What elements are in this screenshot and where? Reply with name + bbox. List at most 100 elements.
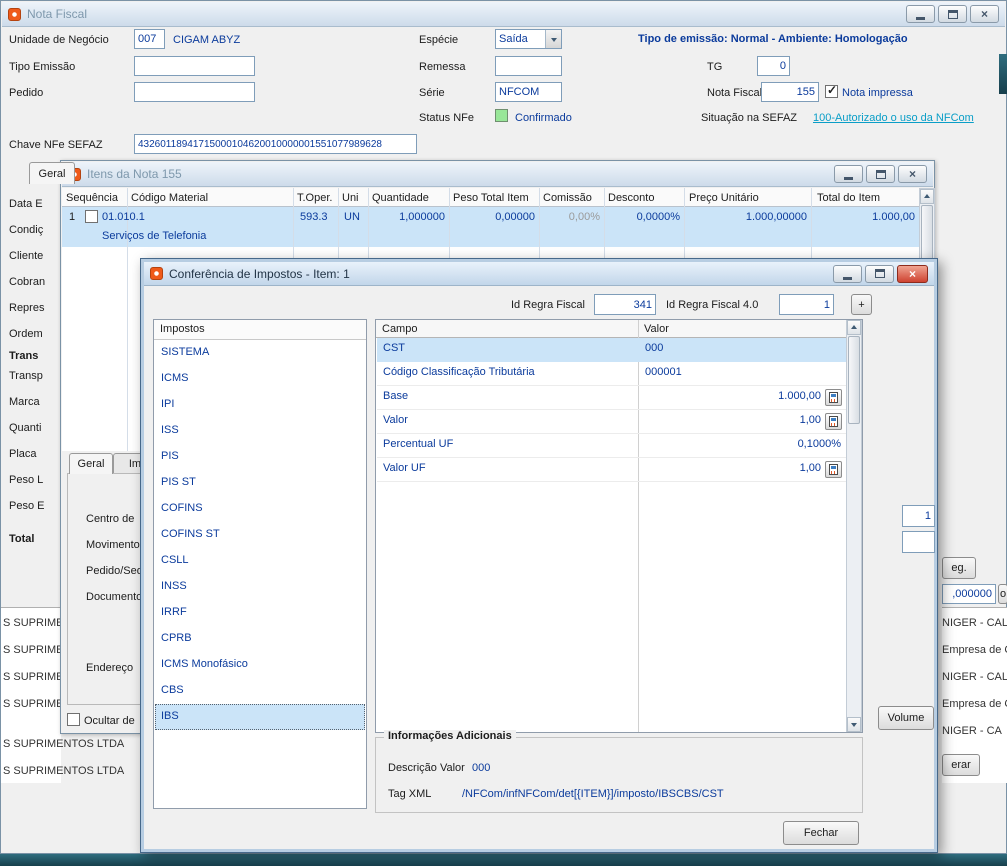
imposto-item-iss[interactable]: ISS (155, 418, 365, 444)
imposto-item-inss[interactable]: INSS (155, 574, 365, 600)
cell-desconto: 0,0000% (636, 211, 680, 223)
side-field-1[interactable]: 1 (902, 505, 935, 527)
calculator-icon[interactable] (825, 461, 842, 478)
calculator-icon[interactable] (825, 389, 842, 406)
imposto-item-irrf[interactable]: IRRF (155, 600, 365, 626)
campo-value: 0,1000% (797, 438, 841, 450)
form-label: Placa (9, 448, 37, 460)
maximize-button[interactable] (865, 264, 894, 283)
imposto-item-cbs[interactable]: CBS (155, 678, 365, 704)
form-label: Endereço (86, 662, 134, 674)
grid-row[interactable]: Valor 1,00 (377, 410, 846, 434)
nota-fiscal-field[interactable]: 155 (761, 82, 819, 102)
calculator-icon[interactable] (825, 413, 842, 430)
scroll-thumb[interactable] (848, 336, 860, 424)
grid-row[interactable]: CST 000 (377, 338, 846, 362)
close-button[interactable]: × (970, 5, 999, 23)
app-icon (8, 7, 21, 21)
clipped-button[interactable]: o (998, 584, 1007, 604)
fechar-button[interactable]: Fechar (783, 821, 859, 845)
form-label: Data E (9, 198, 43, 210)
campo-value: 1,00 (799, 462, 821, 474)
imposto-item-cprb[interactable]: CPRB (155, 626, 365, 652)
grid-row[interactable]: Código Classificação Tributária 000001 (377, 362, 846, 386)
add-button[interactable]: + (851, 294, 872, 315)
maximize-button[interactable] (938, 5, 967, 23)
imposto-item-cofins[interactable]: COFINS (155, 496, 365, 522)
ocultar-checkbox[interactable] (67, 713, 80, 726)
imposto-item-pis[interactable]: PIS (155, 444, 365, 470)
imposto-item-sistema[interactable]: SISTEMA (155, 340, 365, 366)
window-title: Itens da Nota 155 (87, 167, 182, 181)
clipped-value-field[interactable]: ,000000 (942, 584, 996, 604)
itens-titlebar: Itens da Nota 155 × (62, 162, 933, 187)
minimize-button[interactable] (906, 5, 935, 23)
column-header[interactable]: T.Oper. (297, 192, 332, 204)
nota-fiscal-titlebar: Nota Fiscal × (2, 2, 1005, 27)
column-header-valor: Valor (644, 323, 669, 335)
grid-row[interactable]: Base 1.000,00 (377, 386, 846, 410)
column-header[interactable]: Total do Item (817, 192, 880, 204)
status-green-icon (495, 109, 508, 122)
close-button[interactable]: × (897, 264, 928, 283)
volume-button[interactable]: Volume (878, 706, 934, 730)
tab-geral[interactable]: Geral (69, 453, 113, 474)
tg-field[interactable]: 0 (757, 56, 790, 76)
side-field-2[interactable] (902, 531, 935, 553)
conferencia-titlebar: Conferência de Impostos - Item: 1 × (144, 262, 934, 286)
serie-field[interactable]: NFCOM (495, 82, 562, 102)
imposto-item-csll[interactable]: CSLL (155, 548, 365, 574)
especie-select[interactable]: Saída (495, 29, 562, 49)
column-header[interactable]: Desconto (608, 192, 654, 204)
form-label: Peso L (9, 474, 44, 486)
campo-name: Código Classificação Tributária (383, 366, 535, 378)
situacao-sefaz-link[interactable]: 100-Autorizado o uso da NFCom (813, 112, 974, 124)
grid-row[interactable]: Percentual UF 0,1000% (377, 434, 846, 458)
column-header[interactable]: Peso Total Item (453, 192, 529, 204)
imposto-item-ibs[interactable]: IBS (155, 704, 365, 730)
form-label: Cobran (9, 276, 46, 288)
nota-impressa-checkbox[interactable] (825, 83, 838, 98)
imposto-item-cofins-st[interactable]: COFINS ST (155, 522, 365, 548)
grid-header (376, 320, 862, 338)
scroll-up-button[interactable] (847, 320, 861, 335)
remessa-field[interactable] (495, 56, 562, 76)
column-header[interactable]: Sequência (66, 192, 118, 204)
imposto-item-icms[interactable]: ICMS (155, 366, 365, 392)
column-header[interactable]: Uni (342, 192, 359, 204)
clipped-button[interactable]: erar (942, 754, 980, 776)
imposto-item-icms-monofasico[interactable]: ICMS Monofásico (155, 652, 365, 678)
id-regra-fiscal-40-field[interactable]: 1 (779, 294, 834, 315)
row-checkbox[interactable] (85, 210, 98, 223)
tipo-emissao-field[interactable] (134, 56, 255, 76)
serie-label: Série (419, 87, 445, 99)
scroll-down-button[interactable] (847, 717, 861, 732)
grid-scrollbar[interactable] (846, 320, 862, 732)
minimize-button[interactable] (833, 264, 862, 283)
imposto-item-ipi[interactable]: IPI (155, 392, 365, 418)
chave-nfe-field[interactable]: 4326011894171500010462001000000155107798… (134, 134, 417, 154)
grid-row-fragment: S SUPRIME (3, 644, 64, 656)
clipped-button[interactable]: eg. (942, 557, 976, 579)
campo-name: CST (383, 342, 405, 354)
remessa-label: Remessa (419, 61, 466, 73)
maximize-button[interactable] (866, 165, 895, 183)
close-button[interactable]: × (898, 165, 927, 183)
chevron-down-icon (545, 30, 561, 48)
scroll-up-button[interactable] (920, 189, 934, 204)
column-header[interactable]: Preço Unitário (689, 192, 759, 204)
minimize-button[interactable] (834, 165, 863, 183)
id-regra-fiscal-field[interactable]: 341 (594, 294, 656, 315)
cell-preco-unitario: 1.000,00000 (745, 211, 807, 223)
column-header[interactable]: Quantidade (372, 192, 429, 204)
grid-row[interactable]: Valor UF 1,00 (377, 458, 846, 482)
form-label: Peso E (9, 500, 45, 512)
unidade-negocio-field[interactable]: 007 (134, 29, 165, 49)
column-header[interactable]: Código Material (131, 192, 208, 204)
column-header[interactable]: Comissão (543, 192, 592, 204)
form-label: Marca (9, 396, 40, 408)
tab-geral-nota[interactable]: Geral (29, 162, 75, 184)
imposto-item-pis-st[interactable]: PIS ST (155, 470, 365, 496)
pedido-field[interactable] (134, 82, 255, 102)
campos-grid: Campo Valor CST 000 Código Classificação… (375, 319, 863, 733)
